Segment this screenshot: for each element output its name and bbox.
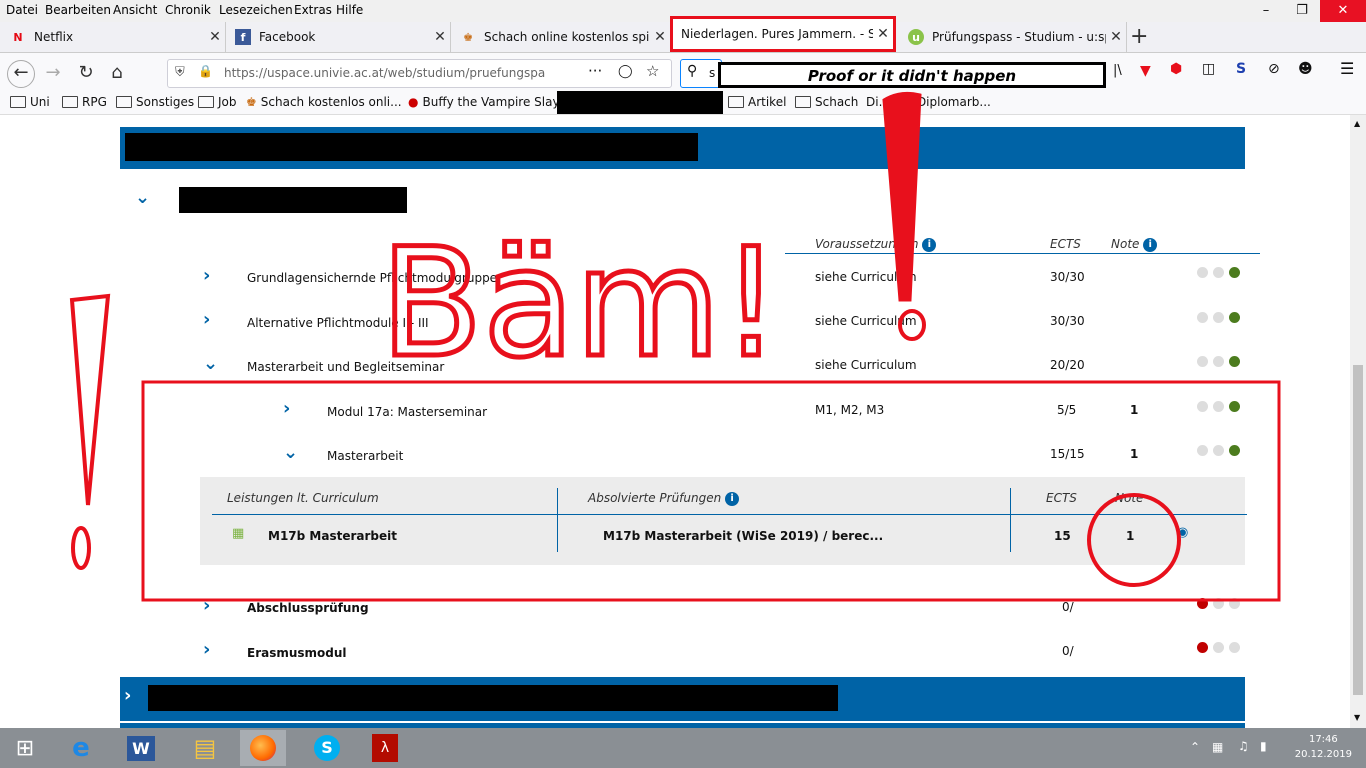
annotation-overlay: Bäm! — [69, 91, 1281, 602]
caption-box: Proof or it didn't happen — [718, 62, 1106, 88]
system-clock[interactable]: 17:46 20.12.2019 — [1295, 732, 1352, 762]
windows-start-icon[interactable]: ⊞ — [2, 730, 48, 766]
file-explorer-icon[interactable]: ▤ — [182, 730, 228, 766]
network-icon[interactable]: ▦ — [1212, 740, 1223, 754]
taskbar: ⊞ e W ▤ S λ ⌃ ▦ ♫ ▮ 17:46 20.12.2019 — [0, 728, 1366, 768]
highlight-box — [141, 380, 1281, 602]
grade-circle-drawing — [1087, 493, 1181, 587]
internet-explorer-icon[interactable]: e — [58, 730, 104, 766]
exclamation-mark-drawing — [882, 91, 922, 302]
acrobat-icon[interactable]: λ — [362, 730, 408, 766]
exclamation-dot-drawing — [71, 526, 91, 570]
battery-icon[interactable]: ▮ — [1260, 739, 1267, 753]
tray-up-arrow-icon[interactable]: ⌃ — [1190, 740, 1200, 754]
exclamation-mark-drawing — [69, 293, 111, 506]
firefox-icon[interactable] — [240, 730, 286, 766]
word-icon[interactable]: W — [118, 730, 164, 766]
volume-icon[interactable]: ♫ — [1238, 739, 1249, 753]
big-annotation-text: Bäm! — [380, 217, 781, 391]
skype-icon[interactable]: S — [304, 730, 350, 766]
exclamation-dot-drawing — [898, 309, 926, 341]
clock-date: 20.12.2019 — [1294, 749, 1352, 760]
clock-time: 17:46 — [1308, 734, 1338, 745]
